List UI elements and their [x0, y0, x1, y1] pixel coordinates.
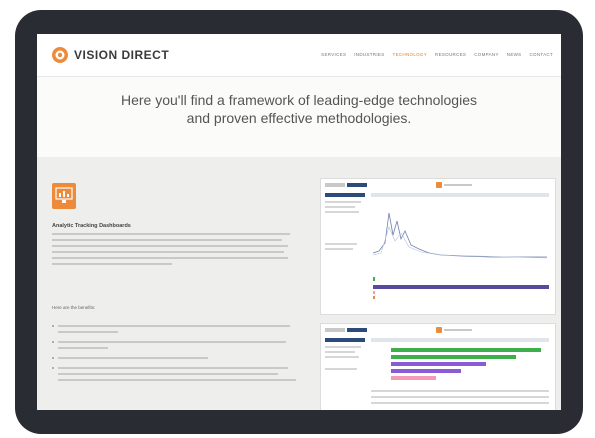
hero-headline-line2: and proven effective methodologies. [186, 110, 412, 126]
feature-title: Analytic Tracking Dashboards [52, 223, 131, 229]
bullet-text [58, 331, 118, 333]
dashboard-logo-icon [436, 182, 442, 188]
dashboard-icon [52, 183, 76, 209]
bullet-text [58, 373, 278, 375]
paragraph-text [52, 245, 288, 247]
nav-item-technology[interactable]: TECHNOLOGY [393, 52, 428, 57]
tablet-screen: VISION DIRECT SERVICES INDUSTRIES TECHNO… [37, 34, 561, 410]
nav-item-news[interactable]: NEWS [507, 52, 522, 57]
bullet-icon [52, 357, 54, 359]
bullet-text [58, 367, 288, 369]
paragraph-text [52, 239, 282, 241]
bullet-icon [52, 367, 54, 369]
dashboard-tab-active [347, 328, 367, 332]
main-nav: SERVICES INDUSTRIES TECHNOLOGY RESOURCES… [321, 52, 553, 57]
feature-section: Analytic Tracking Dashboards Here are th… [37, 157, 561, 410]
nav-item-contact[interactable]: CONTACT [529, 52, 553, 57]
dashboard-sidebar [325, 193, 367, 311]
bullet-text [58, 347, 108, 349]
bullet-icon [52, 341, 54, 343]
dashboard-header-text [444, 329, 472, 331]
bullet-text [58, 357, 208, 359]
line-chart [371, 193, 549, 299]
tablet-device: VISION DIRECT SERVICES INDUSTRIES TECHNO… [15, 10, 583, 434]
dashboard-tab [325, 183, 345, 187]
site-logo[interactable]: VISION DIRECT [51, 46, 169, 64]
dashboard-screenshot-bars [320, 323, 556, 410]
site-header: VISION DIRECT SERVICES INDUSTRIES TECHNO… [37, 34, 561, 77]
bullet-icon [52, 325, 54, 327]
paragraph-text [52, 257, 288, 259]
benefits-heading: Here are the benefits: [52, 305, 96, 310]
nav-item-resources[interactable]: RESOURCES [435, 52, 466, 57]
dashboard-header-text [444, 184, 472, 186]
paragraph-text [52, 233, 290, 235]
dashboard-tab-active [347, 183, 367, 187]
dashboard-logo-icon [436, 327, 442, 333]
dashboard-screenshot-line [320, 178, 556, 315]
nav-item-company[interactable]: COMPANY [474, 52, 499, 57]
vision-direct-logo-icon [52, 47, 68, 63]
bar-chart [371, 338, 549, 404]
paragraph-text [52, 251, 284, 253]
dashboard-sidebar [325, 338, 367, 410]
hero-section: Here you'll find a framework of leading-… [37, 77, 561, 157]
logo-text: VISION DIRECT [74, 48, 170, 62]
hero-headline-line1: Here you'll find a framework of leading-… [121, 92, 477, 108]
bullet-text [58, 341, 286, 343]
bullet-text [58, 379, 296, 381]
bullet-text [58, 325, 290, 327]
paragraph-text [52, 263, 172, 265]
nav-item-services[interactable]: SERVICES [321, 52, 346, 57]
dashboard-tab [325, 328, 345, 332]
nav-item-industries[interactable]: INDUSTRIES [354, 52, 384, 57]
